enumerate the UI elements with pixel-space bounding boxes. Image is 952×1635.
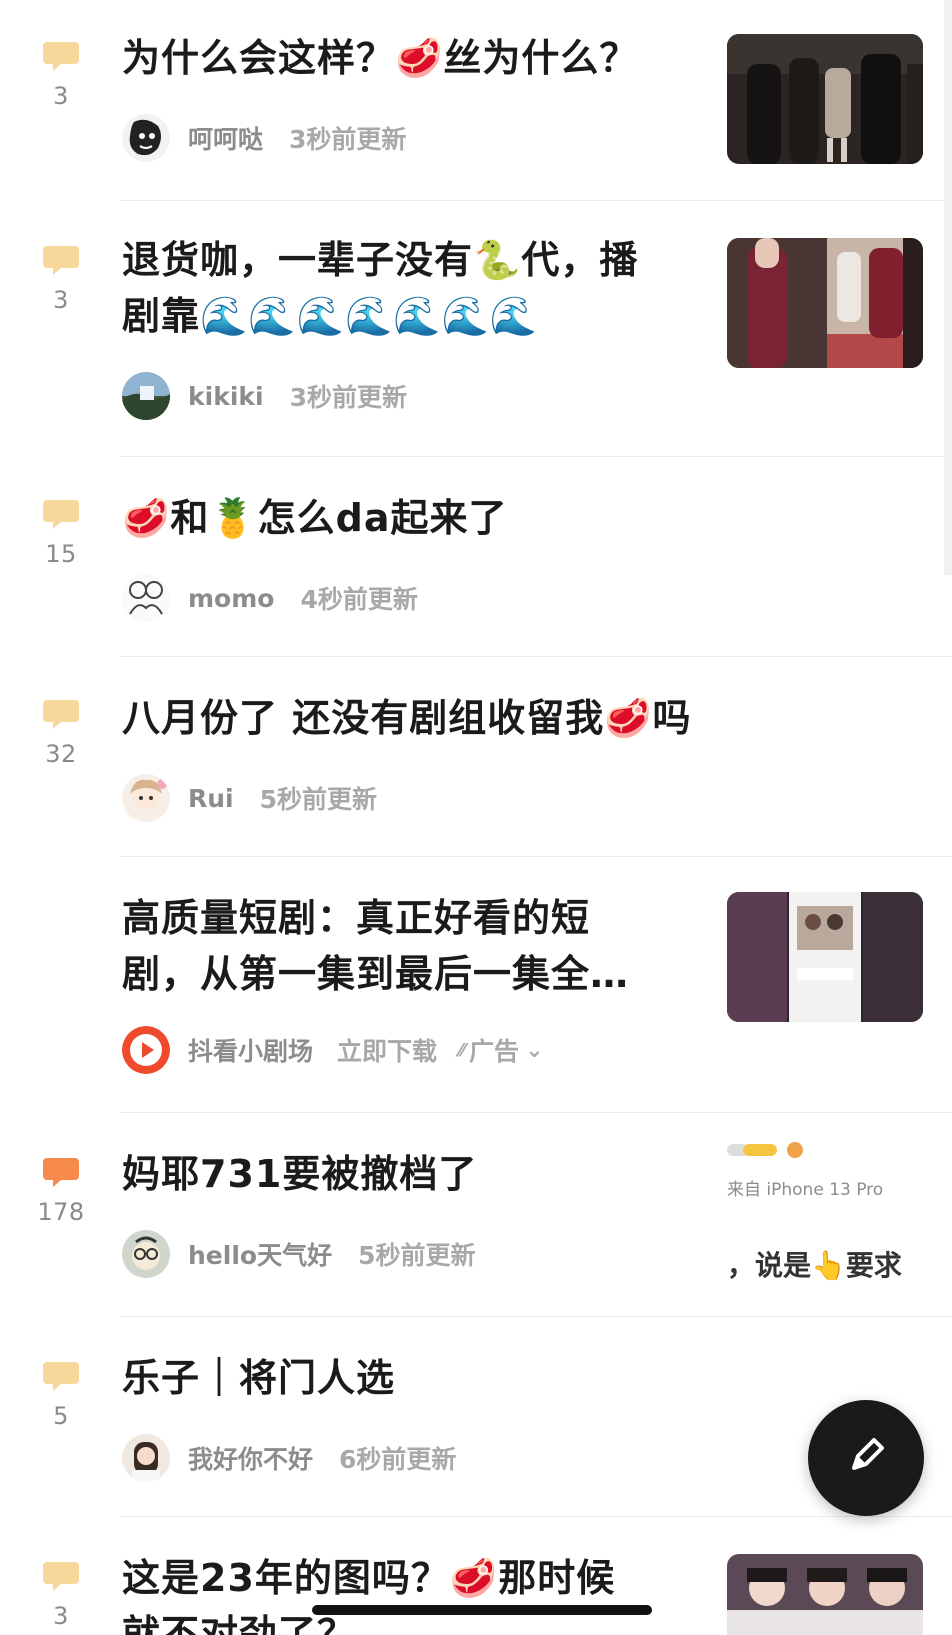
post-title-line: 这是23年的图吗？🥩那时候	[122, 1556, 616, 1600]
comment-bubble-icon	[43, 698, 79, 729]
comment-bubble-icon	[43, 1360, 79, 1391]
avatar[interactable]	[122, 1434, 170, 1482]
post-title-line: 剧靠🌊🌊🌊🌊🌊🌊🌊	[122, 294, 539, 338]
post-thumbnail[interactable]	[727, 1554, 923, 1635]
comment-count-area: 3	[30, 40, 92, 110]
author-name[interactable]: hello天气好	[188, 1236, 332, 1272]
author-name[interactable]: kikiki	[188, 382, 264, 411]
avatar[interactable]	[122, 114, 170, 162]
comment-count-area: 178	[30, 1156, 92, 1226]
post-title-line: 高质量短剧：真正好看的短	[122, 896, 591, 940]
ad-label[interactable]: ⁄⁄ 广告 ⌄	[459, 1032, 543, 1068]
author-name[interactable]: momo	[188, 584, 274, 613]
device-source: 来自 iPhone 13 Pro	[727, 1180, 884, 1200]
advertiser-logo[interactable]	[122, 1026, 170, 1074]
home-indicator[interactable]	[312, 1605, 652, 1615]
pencil-icon	[842, 1432, 890, 1484]
chevron-down-icon: ⌄	[525, 1037, 544, 1063]
divider	[120, 1112, 952, 1113]
author-name[interactable]: 我好你不好	[188, 1440, 313, 1476]
comment-count-area: 3	[30, 1560, 92, 1630]
comment-count: 3	[53, 286, 69, 314]
comment-bubble-icon	[43, 244, 79, 275]
comment-count-area: 5	[30, 1360, 92, 1430]
divider	[120, 1316, 952, 1317]
overlay-snippet-text: ，说是👆要求	[727, 1249, 902, 1282]
ad-label-text: 广告	[469, 1037, 520, 1066]
comment-count: 15	[45, 540, 77, 568]
divider	[120, 656, 952, 657]
ad-mark-icon: ⁄⁄	[459, 1039, 466, 1061]
comment-bubble-icon	[43, 498, 79, 529]
scrollbar[interactable]	[944, 0, 952, 575]
comment-count: 178	[37, 1198, 85, 1226]
comment-count: 32	[45, 740, 77, 768]
post-meta: kikiki 3秒前更新	[122, 372, 407, 420]
update-time: 3秒前更新	[289, 125, 407, 154]
post-meta: 抖看小剧场 立即下载 ⁄⁄ 广告 ⌄	[122, 1026, 544, 1074]
ad-thumbnail[interactable]	[727, 892, 923, 1022]
comment-count: 3	[53, 1602, 69, 1630]
comment-count: 5	[53, 1402, 69, 1430]
comment-count-area: 32	[30, 698, 92, 768]
avatar[interactable]	[122, 1230, 170, 1278]
divider	[120, 1516, 952, 1517]
post-title[interactable]: 八月份了 还没有剧组收留我🥩吗	[122, 690, 692, 746]
post-thumbnail[interactable]	[727, 238, 923, 368]
post-meta: Rui 5秒前更新	[122, 774, 377, 822]
overlay-snippet-box: 来自 iPhone 13 Pro	[727, 1140, 937, 1200]
update-time: 6秒前更新	[339, 1445, 457, 1474]
compose-button[interactable]	[808, 1400, 924, 1516]
comment-bubble-icon	[43, 1156, 79, 1187]
avatar[interactable]	[122, 774, 170, 822]
badges	[727, 1140, 937, 1165]
author-name[interactable]: 呵呵哒	[188, 120, 263, 156]
update-time: 3秒前更新	[289, 383, 407, 412]
post-meta: hello天气好 5秒前更新	[122, 1230, 475, 1278]
post-title[interactable]: 退货咖，一辈子没有🐍代，播 剧靠🌊🌊🌊🌊🌊🌊🌊	[122, 232, 638, 344]
comment-count-area: 15	[30, 498, 92, 568]
divider	[120, 200, 952, 201]
author-name[interactable]: Rui	[188, 784, 234, 813]
post-title[interactable]: 为什么会这样？🥩丝为什么？	[122, 30, 638, 86]
comment-bubble-icon	[43, 1560, 79, 1591]
divider	[120, 456, 952, 457]
post-title-line: 退货咖，一辈子没有🐍代，播	[122, 238, 639, 282]
post-thumbnail[interactable]	[727, 34, 923, 164]
post-title[interactable]: 高质量短剧：真正好看的短 剧，从第一集到最后一集全…	[122, 890, 629, 1002]
avatar[interactable]	[122, 574, 170, 622]
update-time: 5秒前更新	[358, 1241, 476, 1270]
divider	[120, 856, 952, 857]
comment-count-area: 3	[30, 244, 92, 314]
comment-bubble-icon	[43, 40, 79, 71]
update-time: 5秒前更新	[259, 785, 378, 814]
post-title[interactable]: 🥩和🍍怎么da起来了	[122, 490, 507, 546]
post-meta: 呵呵哒 3秒前更新	[122, 114, 406, 162]
post-title[interactable]: 妈耶731要被撤档了	[122, 1146, 477, 1202]
advertiser-name[interactable]: 抖看小剧场	[188, 1032, 313, 1068]
post-meta: momo 4秒前更新	[122, 574, 418, 622]
download-link[interactable]: 立即下载	[337, 1032, 437, 1068]
post-title[interactable]: 乐子｜将门人选	[122, 1350, 395, 1406]
post-meta: 我好你不好 6秒前更新	[122, 1434, 456, 1482]
comment-count: 3	[53, 82, 69, 110]
avatar[interactable]	[122, 372, 170, 420]
update-time: 4秒前更新	[300, 585, 418, 614]
post-title[interactable]: 这是23年的图吗？🥩那时候 就不对劲了？	[122, 1550, 615, 1635]
post-title-line: 剧，从第一集到最后一集全…	[122, 952, 630, 996]
